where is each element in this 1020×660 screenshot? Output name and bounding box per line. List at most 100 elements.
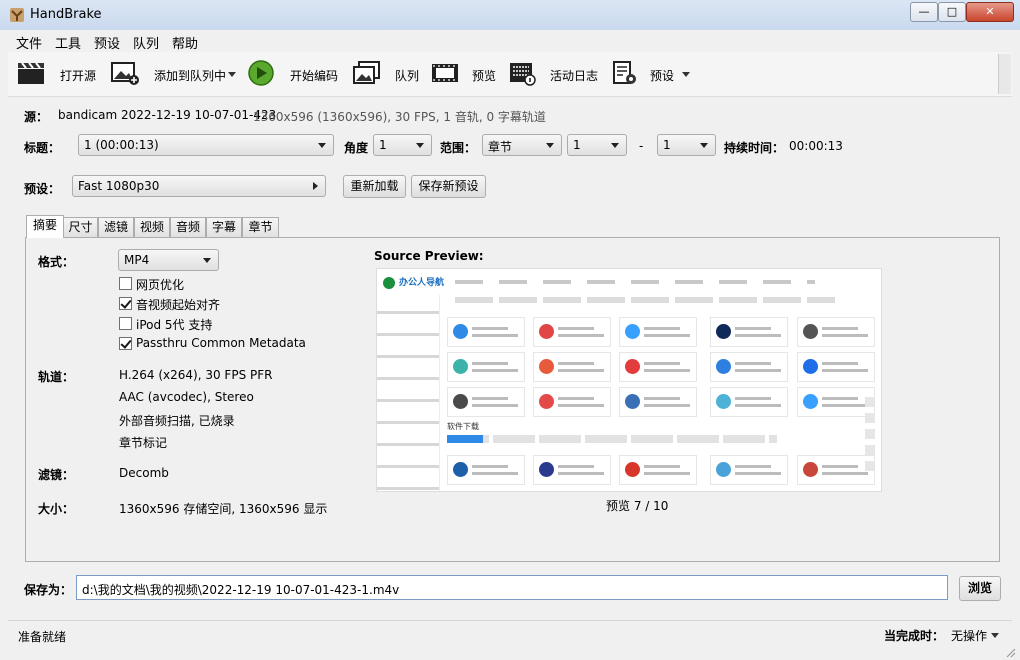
tab-summary[interactable]: 摘要 bbox=[26, 215, 64, 238]
size-value: 1360x596 存储空间, 1360x596 显示 bbox=[119, 502, 328, 516]
when-done-dropdown-icon[interactable] bbox=[991, 633, 999, 638]
close-button[interactable]: ✕ bbox=[966, 2, 1014, 22]
tab-video[interactable]: 视频 bbox=[134, 217, 170, 237]
tracks-label: 轨道： bbox=[38, 370, 75, 384]
preview-label: 预览 bbox=[472, 69, 497, 83]
filters-label: 滤镜： bbox=[38, 468, 75, 482]
save-as-label: 保存为： bbox=[24, 583, 73, 597]
site-card bbox=[533, 455, 611, 485]
queue-button[interactable]: 队列 bbox=[347, 52, 427, 96]
title-select[interactable]: 1 (00:00:13) bbox=[78, 134, 334, 156]
site-card bbox=[447, 455, 525, 485]
preset-label: 预设： bbox=[24, 182, 61, 196]
tab-dimensions[interactable]: 尺寸 bbox=[63, 217, 98, 237]
open-source-button[interactable]: 打开源 bbox=[8, 52, 102, 96]
site-floating-toolbar bbox=[865, 397, 875, 471]
chevron-down-icon bbox=[318, 143, 326, 148]
add-to-queue-label: 添加到队列中 bbox=[154, 69, 227, 83]
site-active-subcategory bbox=[447, 435, 483, 443]
duration-label: 持续时间： bbox=[724, 141, 785, 155]
source-preview-title: Source Preview: bbox=[374, 249, 484, 263]
save-path-input[interactable]: d:\我的文档\我的视频\2022-12-19 10-07-01-423-1.m… bbox=[76, 575, 948, 600]
add-to-queue-button[interactable]: 添加到队列中 bbox=[106, 52, 240, 96]
menu-presets[interactable]: 预设 bbox=[94, 33, 120, 52]
tab-subtitles[interactable]: 字幕 bbox=[206, 217, 242, 237]
queue-images-icon bbox=[353, 61, 380, 84]
tab-chapters[interactable]: 章节 bbox=[242, 217, 279, 237]
align-av-checkbox[interactable] bbox=[119, 297, 132, 310]
web-optimize-label: 网页优化 bbox=[136, 278, 185, 292]
site-card bbox=[447, 352, 525, 382]
site-card bbox=[797, 352, 875, 382]
chevron-right-icon bbox=[313, 182, 318, 190]
track-chapters: 章节标记 bbox=[119, 436, 168, 450]
menu-bar: 文件 工具 预设 队列 帮助 bbox=[8, 30, 1012, 52]
range-start-select[interactable]: 1 bbox=[567, 134, 627, 156]
range-type-select[interactable]: 章节 bbox=[482, 134, 562, 156]
format-label: 格式： bbox=[38, 255, 75, 269]
format-select[interactable]: MP4 bbox=[118, 249, 219, 271]
site-card bbox=[797, 455, 875, 485]
reload-preset-button[interactable]: 重新加载 bbox=[343, 175, 406, 198]
site-logo-text: 办公人导航 bbox=[399, 278, 445, 288]
menu-queue[interactable]: 队列 bbox=[133, 33, 159, 52]
web-optimize-checkbox[interactable] bbox=[119, 277, 132, 290]
site-card bbox=[710, 455, 788, 485]
activity-log-icon bbox=[510, 63, 536, 86]
film-strip-icon bbox=[432, 64, 458, 82]
when-done-value[interactable]: 无操作 bbox=[951, 627, 987, 644]
angle-select-value: 1 bbox=[379, 138, 387, 152]
site-sidebar bbox=[377, 295, 440, 491]
site-card bbox=[619, 352, 697, 382]
chevron-down-icon bbox=[700, 143, 708, 148]
toolbar-overflow-scrollbar[interactable] bbox=[998, 54, 1011, 94]
site-section-title: 软件下载 bbox=[447, 422, 479, 431]
site-card bbox=[619, 317, 697, 347]
site-subcategory-strip bbox=[447, 435, 777, 443]
site-card bbox=[533, 387, 611, 417]
ipod5g-checkbox[interactable] bbox=[119, 317, 132, 330]
angle-select[interactable]: 1 bbox=[373, 134, 432, 156]
tab-filters[interactable]: 滤镜 bbox=[98, 217, 134, 237]
presets-dropdown-icon[interactable] bbox=[682, 72, 690, 77]
activity-log-label: 活动日志 bbox=[550, 69, 599, 83]
resize-grip-icon[interactable] bbox=[1004, 646, 1016, 658]
site-card bbox=[710, 317, 788, 347]
save-new-preset-button[interactable]: 保存新预设 bbox=[411, 175, 486, 198]
window-title: HandBrake bbox=[30, 7, 102, 22]
site-card bbox=[533, 317, 611, 347]
activity-log-button[interactable]: 活动日志 bbox=[508, 52, 608, 96]
passthru-metadata-checkbox[interactable] bbox=[119, 337, 132, 350]
menu-file[interactable]: 文件 bbox=[16, 33, 42, 52]
queue-label: 队列 bbox=[395, 69, 420, 83]
menu-tools[interactable]: 工具 bbox=[55, 33, 81, 52]
track-audio: AAC (avcodec), Stereo bbox=[119, 390, 254, 404]
source-preview-image[interactable]: 办公人导航 软件下载 bbox=[376, 268, 882, 492]
clapperboard-icon bbox=[18, 62, 44, 84]
duration-value: 00:00:13 bbox=[789, 139, 843, 153]
chevron-down-icon bbox=[416, 143, 424, 148]
preset-select[interactable]: Fast 1080p30 bbox=[72, 175, 326, 197]
browse-button[interactable]: 浏览 bbox=[959, 576, 1001, 601]
chevron-down-icon bbox=[546, 143, 554, 148]
title-bar: HandBrake — □ ✕ bbox=[0, 0, 1020, 30]
track-video: H.264 (x264), 30 FPS PFR bbox=[119, 368, 273, 382]
menu-help[interactable]: 帮助 bbox=[172, 33, 198, 52]
range-end-select[interactable]: 1 bbox=[657, 134, 716, 156]
site-card bbox=[533, 352, 611, 382]
site-category-strip bbox=[455, 297, 835, 303]
maximize-button[interactable]: □ bbox=[938, 2, 966, 22]
preview-button[interactable]: 预览 bbox=[428, 52, 508, 96]
status-text: 准备就绪 bbox=[18, 630, 67, 644]
align-av-label: 音视频起始对齐 bbox=[136, 298, 221, 312]
open-source-label: 打开源 bbox=[60, 69, 97, 83]
start-encode-label: 开始编码 bbox=[290, 69, 339, 83]
minimize-button[interactable]: — bbox=[910, 2, 938, 22]
site-nav-bar bbox=[455, 280, 815, 284]
site-card bbox=[710, 387, 788, 417]
start-encode-button[interactable]: 开始编码 bbox=[244, 52, 340, 96]
add-queue-dropdown-icon[interactable] bbox=[228, 72, 236, 77]
add-image-icon bbox=[111, 62, 139, 85]
tab-audio[interactable]: 音频 bbox=[170, 217, 206, 237]
presets-button[interactable]: 预设 bbox=[608, 52, 698, 96]
